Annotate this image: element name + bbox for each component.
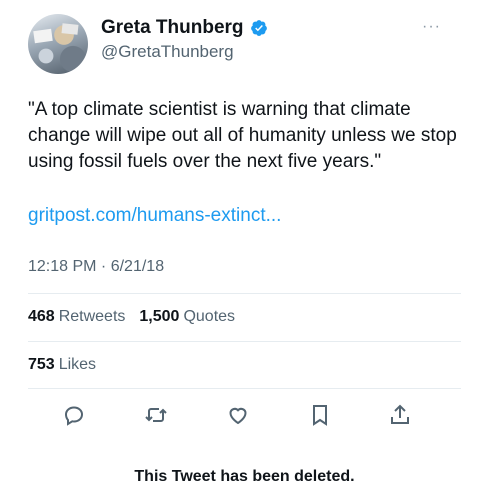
likes-label: Likes bbox=[58, 356, 97, 373]
tweet-actions bbox=[62, 403, 412, 427]
tweet-timestamp[interactable]: 12:18 PM · 6/21/18 bbox=[28, 258, 164, 276]
reply-icon[interactable] bbox=[62, 403, 86, 427]
deleted-notice: This Tweet has been deleted. bbox=[134, 468, 355, 485]
avatar-detail bbox=[61, 23, 79, 35]
likes-count: 753 bbox=[28, 356, 55, 373]
tweet-card: Greta Thunberg @GretaThunberg ··· "A top… bbox=[0, 0, 489, 500]
avatar-detail bbox=[33, 28, 53, 44]
author-name-row: Greta Thunberg bbox=[101, 17, 268, 39]
author-display-name[interactable]: Greta Thunberg bbox=[101, 17, 244, 39]
quotes-count: 1,500 bbox=[139, 308, 180, 325]
retweet-icon[interactable] bbox=[144, 403, 168, 427]
quotes-stat[interactable]: 1,500 Quotes bbox=[139, 308, 235, 326]
divider bbox=[28, 293, 461, 294]
tweet-text: "A top climate scientist is warning that… bbox=[28, 99, 457, 172]
retweets-stat[interactable]: 468 Retweets bbox=[28, 308, 125, 326]
retweets-label: Retweets bbox=[58, 308, 126, 325]
likes-stat[interactable]: 753 Likes bbox=[28, 356, 96, 374]
like-icon[interactable] bbox=[226, 403, 250, 427]
bookmark-icon[interactable] bbox=[308, 403, 332, 427]
more-options-icon[interactable]: ··· bbox=[422, 18, 441, 36]
engagement-stats: 468 Retweets 1,500 Quotes bbox=[28, 308, 235, 326]
divider bbox=[28, 341, 461, 342]
avatar[interactable] bbox=[28, 14, 88, 74]
divider bbox=[28, 388, 461, 389]
retweets-count: 468 bbox=[28, 308, 55, 325]
quotes-label: Quotes bbox=[183, 308, 236, 325]
verified-badge-icon bbox=[250, 19, 268, 37]
share-icon[interactable] bbox=[388, 403, 412, 427]
tweet-link[interactable]: gritpost.com/humans-extinct... bbox=[28, 203, 281, 229]
author-handle[interactable]: @GretaThunberg bbox=[101, 42, 234, 62]
